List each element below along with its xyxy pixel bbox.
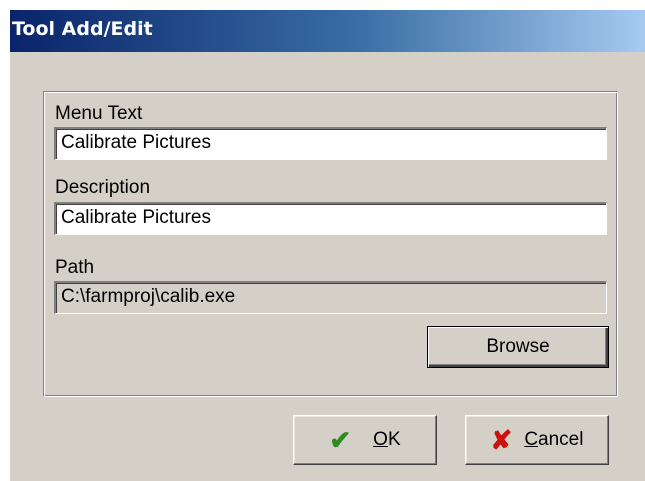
ok-button-label: OK [373,429,401,450]
browse-button-label: Browse [486,336,550,357]
path-input: C:\farmproj\calib.exe [54,281,607,314]
menu-text-label: Menu Text [55,103,143,124]
description-label: Description [55,177,151,198]
path-label: Path [55,257,95,278]
cancel-button[interactable]: ✘ Cancel [465,415,609,465]
description-input[interactable]: Calibrate Pictures [54,202,607,235]
x-icon: ✘ [490,425,513,455]
cancel-button-label: Cancel [524,429,584,450]
tool-add-edit-dialog: Tool Add/Edit Menu Text Calibrate Pictur… [10,10,645,481]
menu-text-input[interactable]: Calibrate Pictures [54,127,607,160]
checkmark-icon: ✔ [329,425,352,455]
browse-button[interactable]: Browse [427,326,609,368]
ok-button[interactable]: ✔ OK [293,415,437,465]
window-title: Tool Add/Edit [12,18,153,40]
title-bar[interactable]: Tool Add/Edit [10,10,645,52]
